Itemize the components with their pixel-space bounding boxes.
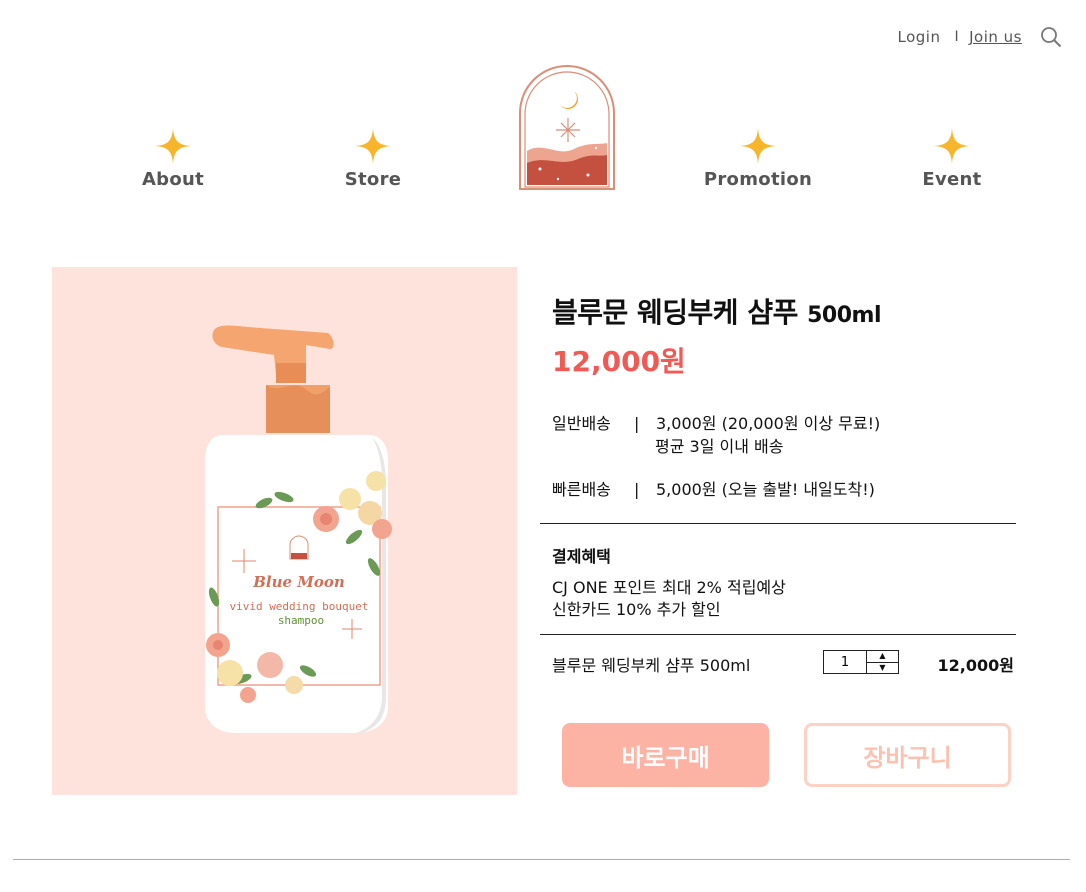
decrement-icon[interactable]: ▼ bbox=[867, 663, 898, 674]
shipping-separator: | bbox=[634, 414, 640, 433]
add-to-cart-button[interactable]: 장바구니 bbox=[804, 723, 1011, 787]
nav-item-about[interactable]: About bbox=[113, 128, 233, 190]
search-icon[interactable] bbox=[1040, 26, 1062, 48]
shipping-normal-detail: 3,000원 (20,000원 이상 무료!) bbox=[656, 414, 881, 433]
shipping-normal-name: 일반배송 bbox=[552, 414, 611, 433]
join-link[interactable]: Join us bbox=[969, 28, 1022, 46]
stepper-buttons: ▲ ▼ bbox=[866, 651, 898, 673]
benefit-line: CJ ONE 포인트 최대 2% 적립예상 bbox=[552, 578, 786, 597]
nav-label: About bbox=[141, 169, 205, 190]
shipping-separator: | bbox=[634, 480, 640, 499]
shipping-normal: 일반배송 | 3,000원 (20,000원 이상 무료!) bbox=[552, 410, 880, 434]
label-brand-text: Blue Moon bbox=[252, 573, 345, 591]
option-name: 블루문 웨딩부케 샴푸 500ml bbox=[552, 656, 751, 675]
divider bbox=[540, 634, 1016, 635]
option-total: 12,000원 bbox=[937, 656, 1014, 675]
nav-item-promotion[interactable]: Promotion bbox=[698, 128, 818, 190]
header-utility: Login I Join us bbox=[898, 26, 1062, 48]
footer-divider bbox=[13, 859, 1070, 860]
star-icon bbox=[740, 128, 776, 164]
product-image: Blue Moon vivid wedding bouquet shampoo bbox=[52, 267, 517, 795]
buy-now-button[interactable]: 바로구매 bbox=[562, 723, 769, 787]
benefit-title: 결제혜택 bbox=[552, 547, 611, 566]
divider bbox=[540, 523, 1016, 524]
header-separator: I bbox=[954, 29, 960, 45]
star-icon bbox=[934, 128, 970, 164]
nav-label: Store bbox=[344, 169, 402, 190]
shampoo-bottle-illustration: Blue Moon vivid wedding bouquet shampoo bbox=[205, 325, 392, 733]
shipping-fast-detail: 5,000원 (오늘 출발! 내일도착!) bbox=[656, 480, 875, 499]
shipping-normal-detail-2: 평균 3일 이내 배송 bbox=[655, 437, 784, 456]
increment-icon[interactable]: ▲ bbox=[867, 651, 898, 663]
quantity-input[interactable] bbox=[824, 651, 866, 673]
label-line1-text: vivid wedding bouquet bbox=[229, 600, 368, 613]
product-volume: 500ml bbox=[807, 303, 881, 328]
star-icon bbox=[155, 128, 191, 164]
nav-item-event[interactable]: Event bbox=[892, 128, 1012, 190]
label-line2-text: shampoo bbox=[278, 614, 324, 627]
product-name: 블루문 웨딩부케 샴푸 bbox=[552, 296, 798, 329]
product-title: 블루문 웨딩부케 샴푸 500ml bbox=[552, 291, 881, 331]
brand-logo[interactable] bbox=[518, 65, 616, 191]
benefit-line: 신한카드 10% 추가 할인 bbox=[552, 600, 721, 619]
nav-label: Promotion bbox=[703, 169, 813, 190]
login-link[interactable]: Login bbox=[898, 28, 941, 46]
nav-label: Event bbox=[922, 169, 982, 190]
star-icon bbox=[355, 128, 391, 164]
quantity-stepper: ▲ ▼ bbox=[823, 650, 899, 674]
nav-item-store[interactable]: Store bbox=[313, 128, 433, 190]
shipping-fast: 빠른배송 | 5,000원 (오늘 출발! 내일도착!) bbox=[552, 476, 875, 500]
shipping-fast-name: 빠른배송 bbox=[552, 480, 611, 499]
product-price: 12,000원 bbox=[552, 345, 686, 378]
